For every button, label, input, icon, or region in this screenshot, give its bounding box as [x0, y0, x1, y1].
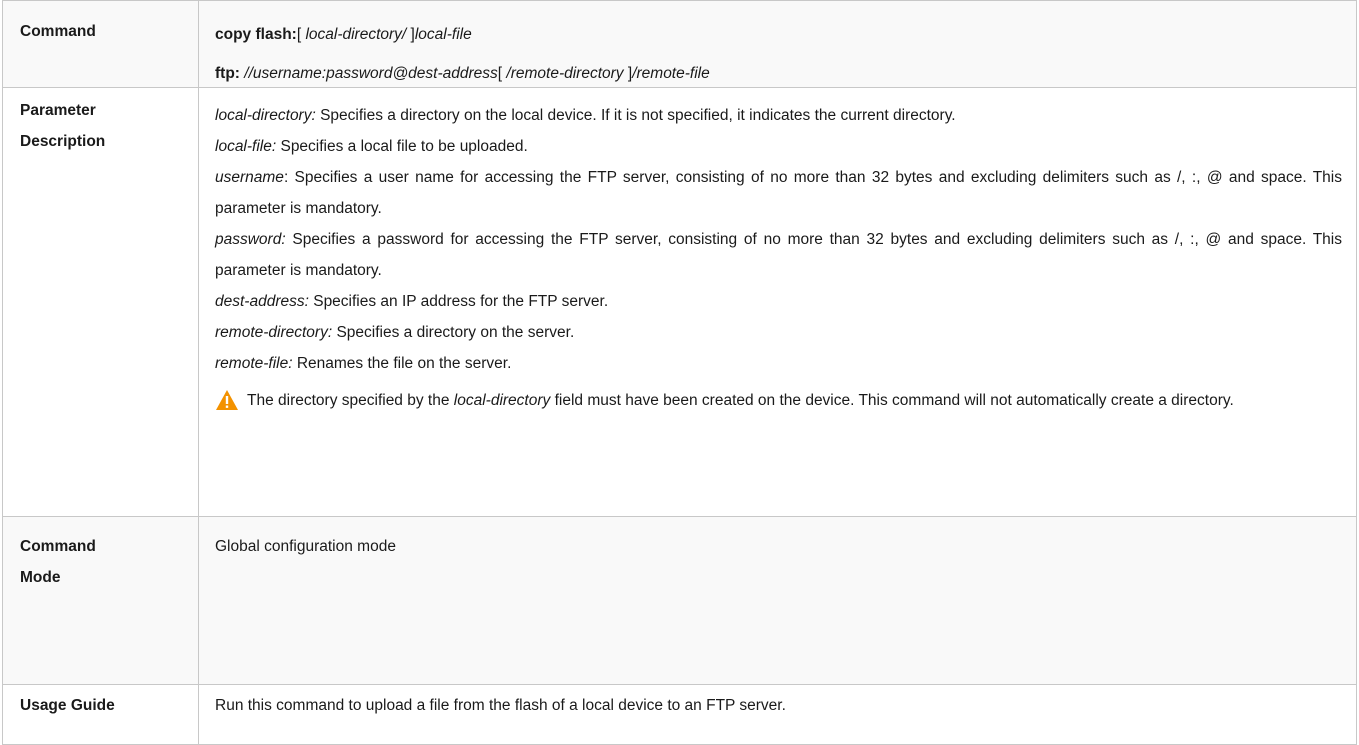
- copy-flash-keyword: copy flash:: [215, 26, 297, 43]
- remote-file-arg: /remote-file: [632, 65, 710, 82]
- warning-text-after: field must have been created on the devi…: [550, 392, 1234, 409]
- param-dest-address: dest-address: Specifies an IP address fo…: [215, 286, 1342, 317]
- command-syntax-line-2: ftp: //username:password@dest-address[ /…: [215, 63, 1342, 84]
- param-username: username: Specifies a user name for acce…: [215, 162, 1342, 224]
- param-remote-file: remote-file: Renames the file on the ser…: [215, 348, 1342, 379]
- ftp-keyword: ftp:: [215, 65, 240, 82]
- parameter-description-row: Parameter Description local-directory: S…: [2, 87, 1357, 517]
- command-mode-value-cell: Global configuration mode: [198, 516, 1357, 685]
- param-local-file: local-file: Specifies a local file to be…: [215, 131, 1342, 162]
- param-desc: Specifies a directory on the server.: [332, 324, 575, 341]
- local-directory-arg: local-directory/: [305, 26, 407, 43]
- command-label: Command: [20, 23, 96, 40]
- param-name: remote-directory:: [215, 324, 333, 341]
- param-desc: Specifies a local file to be uploaded.: [276, 138, 528, 155]
- usage-guide-label: Usage Guide: [20, 697, 115, 714]
- param-name: local-directory:: [215, 107, 316, 124]
- optional-close-bracket: ]: [406, 26, 415, 43]
- ftp-url-arg: //username:password@dest-address: [239, 65, 498, 82]
- command-syntax-line-1: copy flash:[ local-directory/ ]local-fil…: [215, 24, 1342, 45]
- param-desc: Specifies an IP address for the FTP serv…: [308, 293, 609, 310]
- usage-guide-value: Run this command to upload a file from t…: [215, 697, 786, 714]
- param-desc: Specifies a password for accessing the F…: [215, 231, 1342, 279]
- warning-field-name: local-directory: [453, 392, 551, 409]
- command-syntax-cell: copy flash:[ local-directory/ ]local-fil…: [198, 0, 1357, 88]
- param-local-directory: local-directory: Specifies a directory o…: [215, 100, 1342, 131]
- warning-note: The directory specified by the local-dir…: [215, 385, 1342, 422]
- command-mode-label-1: Command: [20, 538, 96, 555]
- command-mode-label-2: Mode: [20, 569, 61, 586]
- command-row: Command copy flash:[ local-directory/ ]l…: [2, 0, 1357, 88]
- parameter-description-content-cell: local-directory: Specifies a directory o…: [198, 87, 1357, 517]
- warning-text-before: The directory specified by the: [247, 392, 454, 409]
- command-mode-row: Command Mode Global configuration mode: [2, 516, 1357, 685]
- param-remote-directory: remote-directory: Specifies a directory …: [215, 317, 1342, 348]
- param-desc: : Specifies a user name for accessing th…: [215, 169, 1342, 217]
- usage-guide-label-cell: Usage Guide: [2, 684, 199, 745]
- command-mode-label-cell: Command Mode: [2, 516, 199, 685]
- command-label-cell: Command: [2, 0, 199, 88]
- description-label: Description: [20, 133, 106, 150]
- param-desc: Renames the file on the server.: [292, 355, 512, 372]
- param-name: local-file:: [215, 138, 277, 155]
- usage-guide-row: Usage Guide Run this command to upload a…: [2, 684, 1357, 745]
- parameter-label: Parameter: [20, 102, 96, 119]
- command-reference-table: Command copy flash:[ local-directory/ ]l…: [2, 0, 1357, 745]
- param-password: password: Specifies a password for acces…: [215, 224, 1342, 286]
- remote-directory-arg: /remote-directory: [506, 65, 624, 82]
- optional-close-bracket-2: ]: [623, 65, 633, 82]
- param-name: username: [215, 169, 284, 186]
- command-mode-value: Global configuration mode: [215, 538, 396, 555]
- param-name: remote-file:: [215, 355, 293, 372]
- param-name: password:: [215, 231, 286, 248]
- usage-guide-value-cell: Run this command to upload a file from t…: [198, 684, 1357, 745]
- parameter-description-label-cell: Parameter Description: [2, 87, 199, 517]
- param-desc: Specifies a directory on the local devic…: [315, 107, 956, 124]
- param-name: dest-address:: [215, 293, 309, 310]
- warning-triangle-icon: [215, 389, 239, 422]
- local-file-arg: local-file: [414, 26, 472, 43]
